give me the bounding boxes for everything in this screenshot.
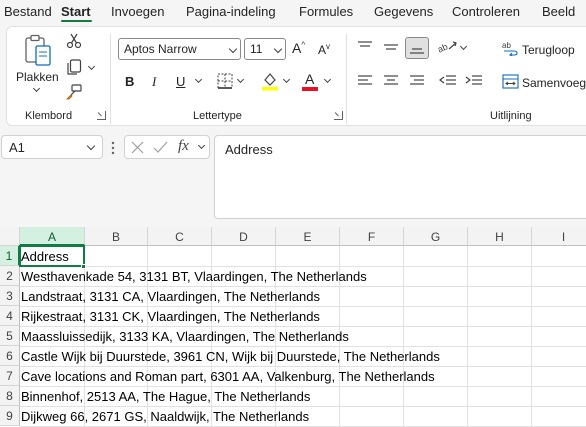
column-header-b[interactable]: B <box>85 227 148 246</box>
column-header-d[interactable]: D <box>212 227 276 246</box>
tab-controleren[interactable]: Controleren <box>452 4 520 19</box>
cell-a2[interactable]: Westhavenkade 54, 3131 BT, Vlaardingen, … <box>21 267 367 287</box>
format-painter-icon[interactable] <box>66 84 82 100</box>
increase-indent-icon[interactable] <box>465 74 483 88</box>
enter-check-icon[interactable] <box>153 141 168 154</box>
svg-text:ab: ab <box>437 41 449 54</box>
column-header-h[interactable]: H <box>468 227 532 246</box>
clipboard-launcher-icon[interactable] <box>97 111 106 120</box>
gridline <box>467 246 468 427</box>
insert-function-button[interactable]: fx <box>178 138 189 155</box>
row-header-4[interactable]: 4 <box>0 306 20 326</box>
align-bottom-icon <box>410 48 424 54</box>
cell-a7[interactable]: Cave locations and Roman part, 6301 AA, … <box>21 367 435 387</box>
tab-pagina-indeling[interactable]: Pagina-indeling <box>186 4 276 19</box>
wrap-text-icon[interactable]: ab <box>502 40 519 56</box>
tab-gegevens[interactable]: Gegevens <box>374 4 433 19</box>
grow-font-button[interactable]: A^ <box>292 40 305 56</box>
column-header-f[interactable]: F <box>340 227 404 246</box>
formula-input-value: Address <box>225 142 273 157</box>
borders-icon[interactable] <box>217 73 233 89</box>
merge-center-button[interactable]: Samenvoegen <box>522 76 586 90</box>
ribbon-separator <box>346 34 347 124</box>
formula-input[interactable]: Address <box>214 135 586 219</box>
column-header-e[interactable]: E <box>276 227 340 246</box>
font-name-value: Aptos Narrow <box>124 42 197 56</box>
tab-beeld[interactable]: Beeld <box>542 4 575 19</box>
font-size-value: 11 <box>250 42 263 56</box>
row-header-8[interactable]: 8 <box>0 386 20 406</box>
row-header-7[interactable]: 7 <box>0 366 20 386</box>
cut-icon[interactable] <box>66 33 82 49</box>
select-all-corner[interactable] <box>0 227 20 246</box>
cell-a4[interactable]: Rijkestraat, 3131 CK, Vlaardingen, The N… <box>21 307 320 327</box>
align-bottom-button[interactable] <box>405 37 429 59</box>
cell-a8[interactable]: Binnenhof, 2513 AA, The Hague, The Nethe… <box>21 387 310 407</box>
fill-handle[interactable] <box>81 264 86 269</box>
row-header-1[interactable]: 1 <box>0 246 20 266</box>
font-name-select[interactable]: Aptos Narrow <box>118 38 241 60</box>
chevron-down-icon <box>273 44 283 54</box>
clipboard-group-label: Klembord <box>25 110 73 122</box>
row-header-5[interactable]: 5 <box>0 326 20 346</box>
align-center-icon[interactable] <box>383 74 399 88</box>
column-header-c[interactable]: C <box>148 227 212 246</box>
align-left-icon[interactable] <box>357 74 373 88</box>
tab-start[interactable]: Start <box>61 4 91 19</box>
cell-a3[interactable]: Landstraat, 3131 CA, Vlaardingen, The Ne… <box>21 287 320 307</box>
svg-text:ab: ab <box>502 41 511 50</box>
ribbon-separator <box>110 34 111 124</box>
gridline <box>403 246 404 427</box>
cancel-icon[interactable] <box>131 141 144 154</box>
fill-color-icon[interactable] <box>261 71 279 91</box>
cell-a6[interactable]: Castle Wijk bij Duurstede, 3961 CN, Wijk… <box>21 347 440 367</box>
font-color-button[interactable]: A <box>305 71 314 87</box>
more-options-icon[interactable] <box>110 140 116 156</box>
font-size-select[interactable]: 11 <box>244 38 286 60</box>
menu-bar: Bestand Start Invoegen Pagina-indeling F… <box>0 0 586 22</box>
column-header-a[interactable]: A <box>20 227 85 246</box>
italic-button[interactable]: I <box>152 74 156 90</box>
font-group-label: Lettertype <box>193 110 242 122</box>
row-header-9[interactable]: 9 <box>0 406 20 426</box>
wrap-text-button[interactable]: Terugloop <box>522 43 575 57</box>
row-header-3[interactable]: 3 <box>0 286 20 306</box>
bold-button[interactable]: B <box>125 74 134 89</box>
alignment-group-label: Uitlijning <box>490 110 532 122</box>
tab-formules[interactable]: Formules <box>299 4 353 19</box>
tab-bestand[interactable]: Bestand <box>4 4 52 19</box>
align-top-icon[interactable] <box>357 40 373 54</box>
font-color-swatch <box>302 87 318 91</box>
merge-center-icon[interactable] <box>502 74 519 89</box>
active-cell-border <box>19 245 85 267</box>
chevron-down-icon <box>228 44 238 54</box>
align-middle-icon[interactable] <box>383 40 399 54</box>
column-header-i[interactable]: I <box>532 227 586 246</box>
shrink-font-button[interactable]: Av <box>318 42 330 57</box>
cell-a5[interactable]: Maassluissedijk, 3133 KA, Vlaardingen, T… <box>21 327 349 347</box>
row-header-6[interactable]: 6 <box>0 346 20 366</box>
paste-button-label[interactable]: Plakken <box>16 70 59 84</box>
function-chevron-down-icon[interactable] <box>197 141 206 150</box>
orientation-icon[interactable]: ab <box>437 39 459 55</box>
cell-a9[interactable]: Dijkweg 66, 2671 GS, Naaldwijk, The Neth… <box>21 407 309 427</box>
copy-icon[interactable] <box>66 59 82 76</box>
column-header-g[interactable]: G <box>404 227 468 246</box>
decrease-indent-icon[interactable] <box>439 74 457 88</box>
formula-buttons: fx <box>124 135 210 159</box>
align-right-icon[interactable] <box>409 74 425 88</box>
underline-button[interactable]: U <box>176 74 185 89</box>
font-launcher-icon[interactable] <box>334 111 343 120</box>
name-box[interactable]: A1 <box>1 135 103 159</box>
tab-invoegen[interactable]: Invoegen <box>111 4 165 19</box>
paste-icon[interactable] <box>24 34 54 68</box>
worksheet-grid[interactable]: A B C D E F G H I 1 2 3 4 5 6 7 8 9 Addr… <box>0 227 586 427</box>
name-box-value: A1 <box>9 140 25 155</box>
row-header-2[interactable]: 2 <box>0 266 20 286</box>
gridline <box>531 246 532 427</box>
grow-font-letter: A <box>292 40 302 56</box>
shrink-font-letter: A <box>318 43 327 57</box>
chevron-down-icon <box>86 141 96 151</box>
